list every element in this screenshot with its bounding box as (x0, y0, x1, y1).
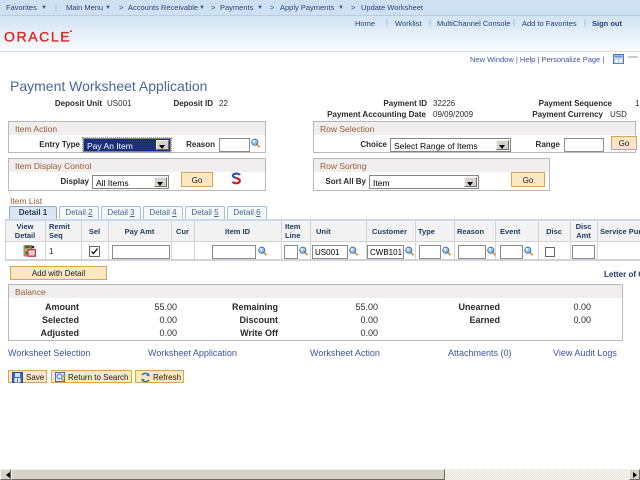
svg-text:ORACLE: ORACLE (4, 29, 71, 45)
